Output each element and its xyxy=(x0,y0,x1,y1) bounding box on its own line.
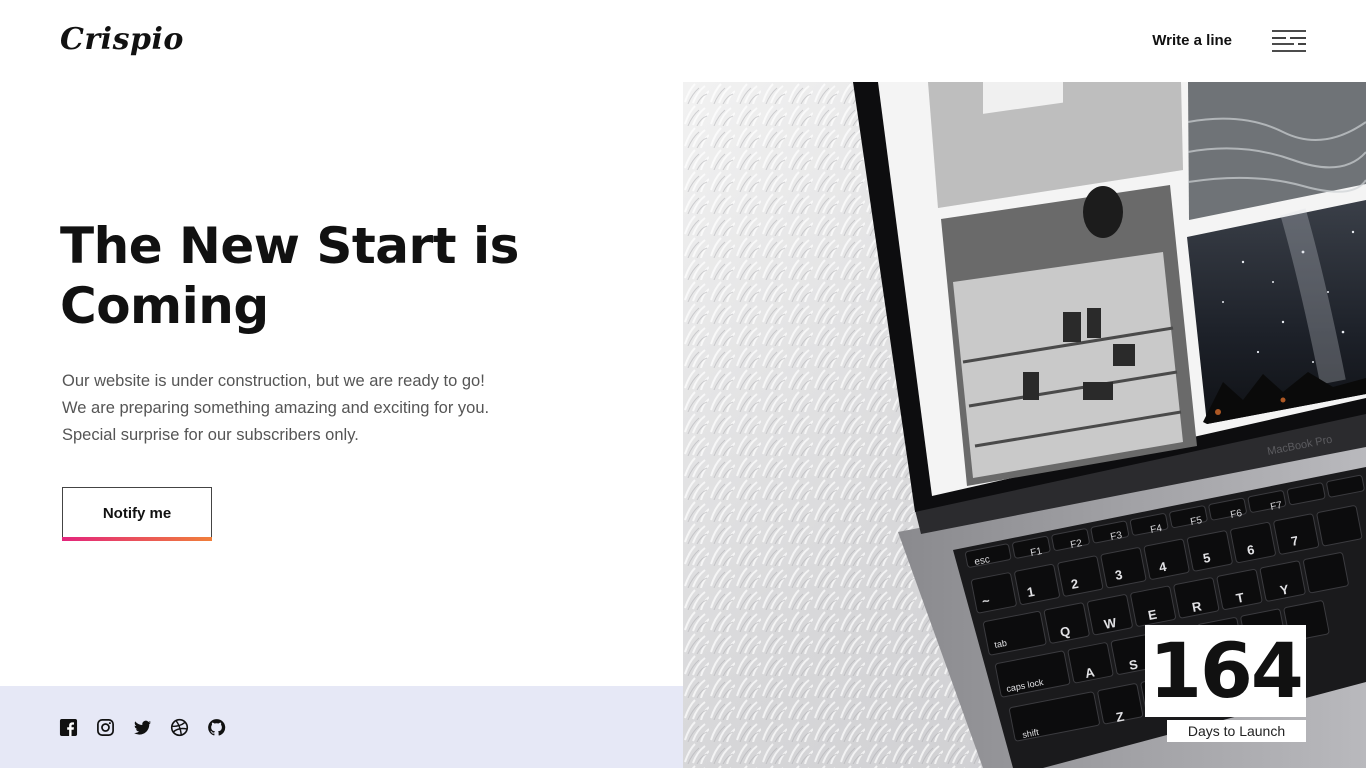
dribbble-icon[interactable] xyxy=(170,718,189,737)
notify-me-button[interactable]: Notify me xyxy=(62,487,212,541)
hero-description-line: Our website is under construction, but w… xyxy=(62,372,485,390)
twitter-icon[interactable] xyxy=(133,718,152,737)
countdown-label: Days to Launch xyxy=(1167,720,1306,742)
instagram-icon[interactable] xyxy=(96,718,115,737)
hero-description: Our website is under construction, but w… xyxy=(62,368,622,449)
social-bar xyxy=(0,686,683,768)
logo[interactable]: Crispio xyxy=(60,20,184,60)
github-icon[interactable] xyxy=(207,718,226,737)
hero-description-line: Special surprise for our subscribers onl… xyxy=(62,426,359,444)
page: Crispio Write a line The New Start is Co… xyxy=(0,0,1366,768)
write-a-line-link[interactable]: Write a line xyxy=(1152,30,1232,52)
hero-title: The New Start is Coming xyxy=(60,217,519,335)
countdown-box: 164 xyxy=(1145,625,1306,717)
facebook-icon[interactable] xyxy=(59,718,78,737)
social-list xyxy=(59,718,226,737)
countdown-value: 164 xyxy=(1149,626,1304,715)
notify-me-label: Notify me xyxy=(102,505,172,522)
hero-description-line: We are preparing something amazing and e… xyxy=(62,399,490,417)
menu-lines-icon[interactable] xyxy=(1272,30,1306,52)
